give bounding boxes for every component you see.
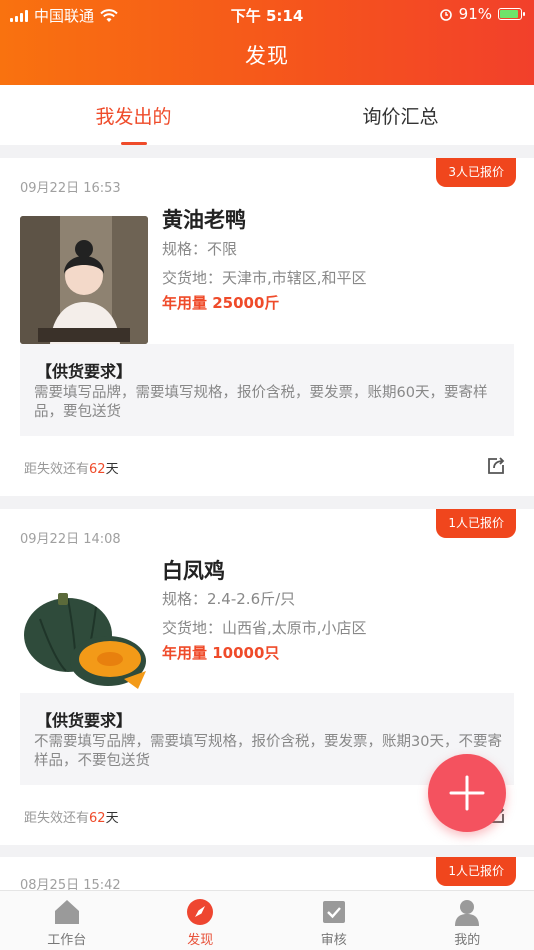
card-date: 09月22日 14:08: [20, 532, 121, 547]
requirements-title: 【供货要求】: [36, 711, 133, 730]
nav-workbench[interactable]: 工作台: [0, 891, 134, 950]
expire-prefix: 距失效还有: [24, 462, 90, 477]
expire-prefix: 距失效还有: [24, 811, 90, 826]
product-name: 黄油老鸭: [162, 208, 246, 232]
tab-inquiry-summary[interactable]: 询价汇总: [267, 85, 534, 145]
quote-count-badge: 1人已报价: [436, 509, 516, 538]
bottom-nav: 工作台 发现 审核 我的: [0, 890, 534, 950]
share-icon[interactable]: [486, 456, 506, 476]
expire-days: 62: [89, 811, 106, 826]
expire-unit: 天: [105, 462, 119, 477]
user-icon: [455, 900, 480, 926]
expire-info: 距失效还有62天: [24, 807, 119, 826]
delivery-location: 交货地：天津市,市辖区,和平区: [162, 269, 367, 287]
battery-percent: 91%: [458, 5, 492, 23]
product-image: [20, 567, 148, 695]
product-spec: 规格：2.4-2.6斤/只: [162, 590, 296, 608]
status-bar: 中国联通 下午 5:14 91%: [0, 0, 534, 28]
nav-label: 审核: [320, 933, 347, 948]
inquiry-card[interactable]: 09月22日 16:53 3人已报价 黄油老鸭 规格：不限 交货地：天津市,市辖…: [0, 158, 534, 496]
alarm-icon: [439, 9, 452, 21]
product-image: [20, 216, 148, 344]
product-name: 白凤鸡: [162, 559, 225, 583]
expire-days: 62: [89, 462, 106, 477]
annual-quantity: 年用量 25000斤: [162, 294, 280, 312]
battery-icon: [498, 8, 525, 20]
expire-unit: 天: [105, 811, 119, 826]
checkbox-icon: [322, 901, 345, 923]
requirements-title: 【供货要求】: [36, 362, 133, 381]
card-date: 09月22日 16:53: [20, 181, 121, 196]
annual-quantity: 年用量 10000只: [162, 644, 280, 662]
nav-label: 我的: [454, 933, 481, 948]
nav-label: 工作台: [47, 933, 87, 948]
product-spec: 规格：不限: [162, 240, 238, 258]
nav-review[interactable]: 审核: [267, 891, 401, 950]
nav-discover[interactable]: 发现: [134, 891, 268, 950]
expire-info: 距失效还有62天: [24, 458, 119, 477]
card-date: 08月25日 15:42: [20, 878, 121, 890]
quote-count-badge: 3人已报价: [436, 158, 516, 187]
requirements-text: 不需要填写品牌，需要填写规格，报价含税，要发票，账期30天，不要寄样品，不要包送…: [34, 734, 502, 769]
home-icon: [54, 900, 79, 924]
add-inquiry-button[interactable]: [428, 754, 506, 832]
supply-requirements: 【供货要求】 需要填写品牌，需要填写规格，报价含税，要发票，账期60天，要寄样品…: [20, 344, 514, 436]
inquiry-card[interactable]: 08月25日 15:42 1人已报价: [0, 857, 534, 890]
tab-bar: 我发出的 询价汇总: [0, 85, 534, 145]
tab-my-sent[interactable]: 我发出的: [0, 85, 267, 145]
page-title: 发现: [245, 44, 289, 68]
plus-icon: [449, 775, 485, 811]
nav-mine[interactable]: 我的: [401, 891, 534, 950]
header: 中国联通 下午 5:14 91% 发现: [0, 0, 534, 85]
delivery-location: 交货地：山西省,太原市,小店区: [162, 619, 367, 637]
requirements-text: 需要填写品牌，需要填写规格，报价含税，要发票，账期60天，要寄样品，要包送货: [34, 385, 488, 420]
compass-icon: [187, 899, 214, 925]
nav-label: 发现: [187, 933, 214, 948]
quote-count-badge: 1人已报价: [436, 857, 516, 886]
